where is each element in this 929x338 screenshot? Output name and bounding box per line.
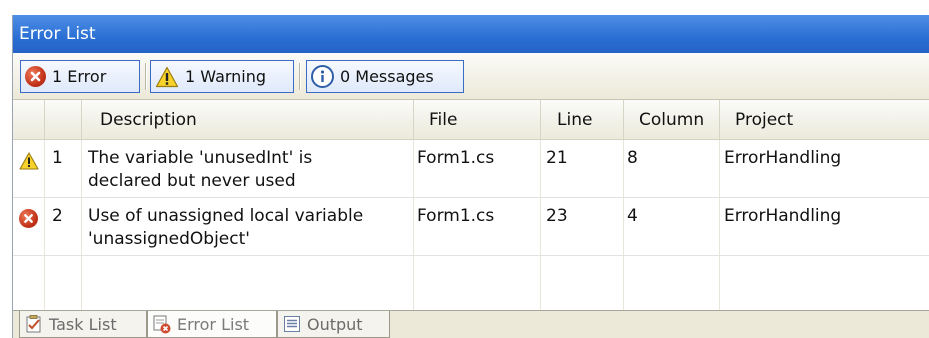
error-grid: Description File Line Column Project 1 T… xyxy=(13,100,929,311)
warnings-filter-button[interactable]: 1 Warning xyxy=(150,60,294,93)
row-line: 23 xyxy=(546,206,568,226)
bottom-tab-strip: Task List Error List Output xyxy=(13,311,929,338)
panel-title: Error List xyxy=(13,15,929,53)
error-list-toolbar: 1 Error 1 Warning 0 Messages xyxy=(13,53,929,100)
tab-error-list[interactable]: Error List xyxy=(147,311,277,338)
task-list-icon xyxy=(24,314,44,334)
table-row[interactable]: 2 Use of unassigned local variable 'unas… xyxy=(13,198,929,256)
tab-task-list[interactable]: Task List xyxy=(19,311,147,338)
tab-label: Error List xyxy=(177,314,250,334)
row-number: 2 xyxy=(52,206,63,226)
info-icon xyxy=(311,65,334,88)
header-line[interactable]: Line xyxy=(541,100,624,140)
header-project[interactable]: Project xyxy=(720,100,929,140)
messages-filter-label: 0 Messages xyxy=(340,67,434,86)
header-number-column[interactable] xyxy=(45,100,82,140)
row-column: 8 xyxy=(627,148,638,168)
tab-label: Output xyxy=(307,314,363,334)
header-description[interactable]: Description xyxy=(82,100,414,140)
output-icon xyxy=(282,314,302,334)
row-file: Form1.cs xyxy=(417,206,495,226)
header-icon-column[interactable] xyxy=(13,100,45,140)
errors-filter-button[interactable]: 1 Error xyxy=(20,60,140,93)
table-row[interactable]: 1 The variable 'unusedInt' is declared b… xyxy=(13,140,929,198)
error-list-icon xyxy=(152,314,172,334)
row-number: 1 xyxy=(52,148,63,168)
error-list-panel: Error List 1 Error 1 Warning 0 Messages xyxy=(12,15,929,338)
grid-header: Description File Line Column Project xyxy=(13,100,929,140)
tab-label: Task List xyxy=(49,314,117,334)
warning-icon xyxy=(155,66,179,88)
header-file[interactable]: File xyxy=(414,100,541,140)
messages-filter-button[interactable]: 0 Messages xyxy=(306,60,464,93)
row-file: Form1.cs xyxy=(417,148,495,168)
error-icon xyxy=(19,209,38,228)
description-line: declared but never used xyxy=(88,171,296,191)
description-line: The variable 'unusedInt' is xyxy=(88,148,313,168)
description-line: 'unassignedObject' xyxy=(88,229,250,249)
warnings-filter-label: 1 Warning xyxy=(185,67,267,86)
description-line: Use of unassigned local variable xyxy=(88,206,364,226)
row-line: 21 xyxy=(546,148,568,168)
error-icon xyxy=(25,66,46,87)
errors-filter-label: 1 Error xyxy=(52,67,107,86)
warning-icon xyxy=(19,152,39,170)
row-column: 4 xyxy=(627,206,638,226)
row-description: The variable 'unusedInt' is declared but… xyxy=(88,147,312,193)
row-description: Use of unassigned local variable 'unassi… xyxy=(88,205,363,251)
tab-output[interactable]: Output xyxy=(277,311,390,338)
row-project: ErrorHandling xyxy=(724,148,842,168)
row-project: ErrorHandling xyxy=(724,206,842,226)
header-column[interactable]: Column xyxy=(624,100,720,140)
